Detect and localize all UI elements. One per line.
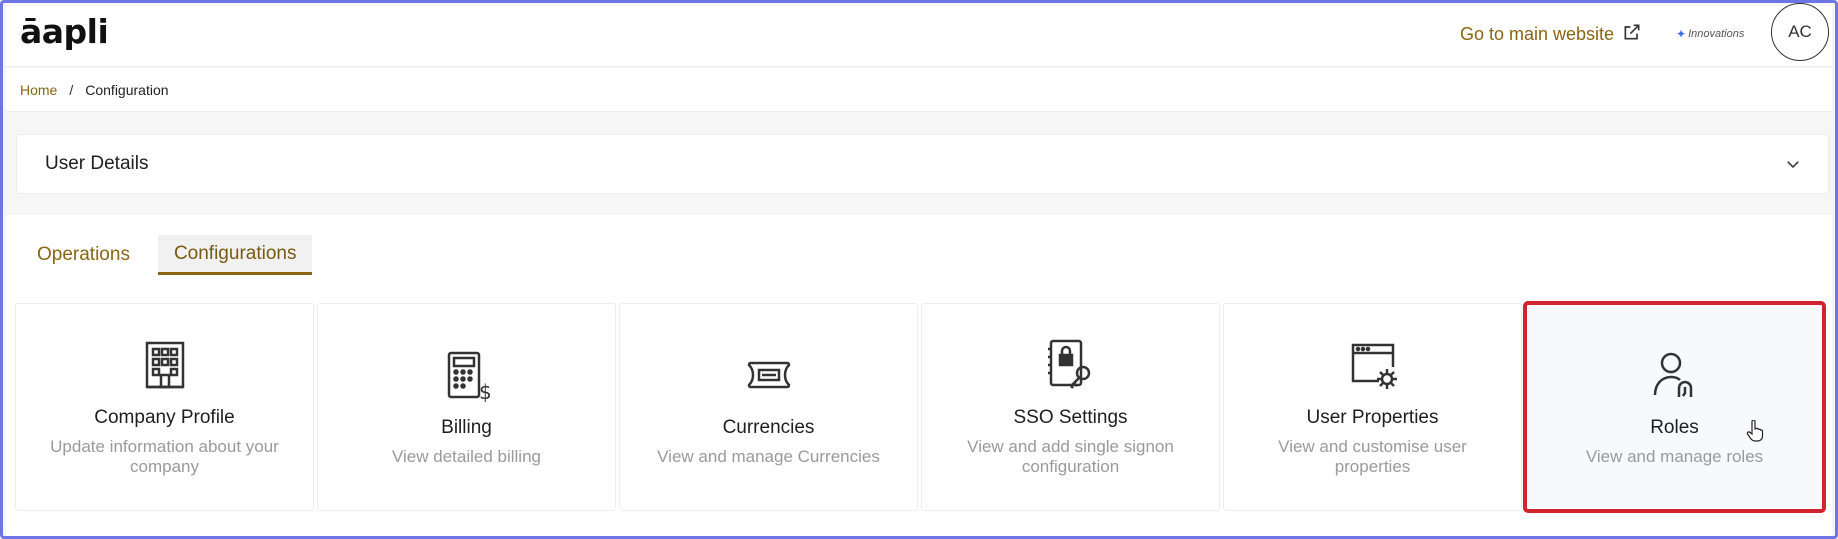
card-description: View and manage Currencies xyxy=(657,447,880,466)
tab-operations[interactable]: Operations xyxy=(21,235,146,275)
breadcrumb-current: Configuration xyxy=(85,81,169,98)
card-user-properties[interactable]: User Properties View and customise user … xyxy=(1223,303,1522,511)
roles-user-icon xyxy=(1647,347,1703,403)
card-billing[interactable]: $ Billing View detailed billing xyxy=(317,303,616,511)
hand-pointer-icon xyxy=(1746,419,1764,442)
app-frame: āapli Go to main website ✦ Innovations A… xyxy=(0,0,1838,539)
logo[interactable]: āapli xyxy=(20,12,109,51)
card-roles[interactable]: Roles View and manage roles xyxy=(1523,301,1826,513)
card-title: Roles xyxy=(1650,417,1699,438)
accordion-title: User Details xyxy=(45,153,149,174)
card-description: Update information about your company xyxy=(50,437,279,476)
breadcrumb: Home / Configuration xyxy=(6,68,1832,112)
user-details-accordion[interactable]: User Details xyxy=(16,134,1829,194)
card-sso-settings[interactable]: SSO Settings View and add single signon … xyxy=(921,303,1220,511)
sso-lock-key-icon xyxy=(1043,337,1099,393)
external-link-icon xyxy=(1622,22,1642,47)
card-description: View and customise user properties xyxy=(1278,437,1467,476)
card-description: View and manage roles xyxy=(1585,447,1764,466)
currency-ticket-icon xyxy=(741,347,797,403)
card-title: User Properties xyxy=(1306,407,1439,428)
configuration-cards: Company Profile Update information about… xyxy=(15,301,1833,513)
building-icon xyxy=(137,337,193,393)
breadcrumb-separator: / xyxy=(69,81,74,98)
chevron-down-icon[interactable] xyxy=(1784,155,1802,173)
card-title: Billing xyxy=(441,417,492,438)
main-website-label: Go to main website xyxy=(1460,24,1615,44)
breadcrumb-home[interactable]: Home xyxy=(20,82,57,98)
user-avatar[interactable]: AC xyxy=(1771,3,1829,61)
tab-bar: Operations Configurations xyxy=(21,235,313,275)
billing-calculator-icon: $ xyxy=(439,347,495,404)
innovations-label: Innovations xyxy=(1688,28,1745,40)
svg-text:$: $ xyxy=(479,380,492,403)
card-title: SSO Settings xyxy=(1013,407,1128,428)
card-currencies[interactable]: Currencies View and manage Currencies xyxy=(619,303,918,511)
innovations-logo[interactable]: ✦ Innovations xyxy=(1676,27,1744,41)
sparkle-icon: ✦ xyxy=(1676,27,1687,41)
tabs-panel: Operations Configurations Company Profil… xyxy=(6,215,1833,536)
top-header: āapli Go to main website ✦ Innovations A… xyxy=(6,3,1832,67)
card-description: View detailed billing xyxy=(391,447,541,466)
user-properties-gear-icon xyxy=(1345,337,1401,393)
tab-configurations[interactable]: Configurations xyxy=(157,235,313,275)
card-description: View and add single signon configuration xyxy=(967,437,1174,476)
card-title: Company Profile xyxy=(94,407,235,428)
card-company-profile[interactable]: Company Profile Update information about… xyxy=(15,303,314,511)
card-title: Currencies xyxy=(722,417,815,438)
go-to-main-website-link[interactable]: Go to main website xyxy=(1460,22,1642,47)
